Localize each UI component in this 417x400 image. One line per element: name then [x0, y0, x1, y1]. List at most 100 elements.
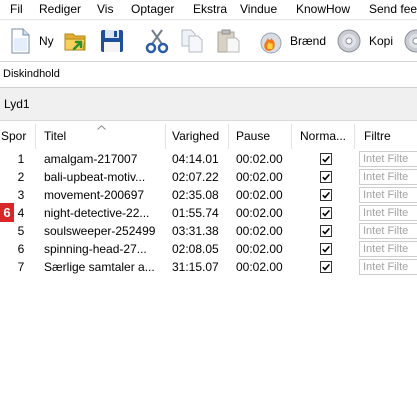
scissors-icon[interactable] [145, 28, 169, 54]
track-duration: 31:15.07 [172, 260, 219, 274]
track-title[interactable]: amalgam-217007 [36, 150, 166, 168]
normalize-checkbox[interactable] [319, 261, 332, 273]
compilation-name: Lyd1 [4, 97, 30, 111]
column-header-titel-label: Titel [44, 129, 67, 143]
normalize-cell [292, 258, 355, 276]
column-header-filtre[interactable]: Filtre [355, 124, 417, 149]
normalize-checkbox[interactable] [319, 225, 332, 237]
column-header-pause[interactable]: Pause [229, 124, 292, 149]
menu-vis[interactable]: Vis [97, 2, 113, 16]
new-button[interactable]: Ny [6, 20, 58, 61]
burn-button[interactable]: Brænd [255, 20, 333, 61]
filter-field[interactable]: Intet Filte [359, 205, 417, 221]
normalize-checkbox[interactable] [319, 243, 332, 255]
column-header-varighed[interactable]: Varighed [166, 124, 229, 149]
menu-vindue[interactable]: Vindue [240, 2, 277, 16]
copy-icon[interactable] [180, 28, 205, 54]
track-row[interactable]: 1 amalgam-217007 04:14.01 00:02.00 Intet Fil… [0, 150, 417, 168]
normalize-checkbox[interactable] [319, 171, 332, 183]
normalize-cell [292, 222, 355, 240]
menu-knowhow[interactable]: KnowHow [296, 2, 350, 16]
track-number: 6 [17, 242, 25, 256]
track-row[interactable]: 4 night-detective-22... 01:55.74 00:02.00 In… [0, 204, 417, 222]
normalize-cell [292, 168, 355, 186]
track-pause[interactable]: 00:02.00 [229, 150, 292, 168]
track-duration: 04:14.01 [172, 152, 219, 166]
new-button-label: Ny [39, 34, 54, 48]
new-document-icon [11, 28, 30, 54]
track-duration: 02:35.08 [172, 188, 219, 202]
column-header-normalize[interactable]: Norma... [292, 124, 355, 149]
filter-cell: Intet Filte [355, 258, 417, 276]
disc-icon [404, 29, 417, 53]
track-title[interactable]: Særlige samtaler a... [36, 258, 166, 276]
track-list: 1 amalgam-217007 04:14.01 00:02.00 Intet Fil… [0, 150, 417, 276]
track-row[interactable]: 6 spinning-head-27... 02:08.05 00:02.00 Inte… [0, 240, 417, 258]
track-duration: 02:07.22 [172, 170, 219, 184]
column-header-titel[interactable]: Titel [36, 124, 166, 149]
filter-field[interactable]: Intet Filte [359, 241, 417, 257]
menu-optager[interactable]: Optager [131, 2, 174, 16]
filter-field[interactable]: Intet Filte [359, 151, 417, 167]
sort-ascending-icon [97, 125, 106, 130]
track-number: 3 [17, 188, 25, 202]
filter-cell: Intet Filte [355, 186, 417, 204]
filter-field[interactable]: Intet Filte [359, 187, 417, 203]
toolbar: Ny Brænd Kopi [0, 20, 417, 62]
normalize-checkbox[interactable] [319, 207, 332, 219]
track-title[interactable]: movement-200697 [36, 186, 166, 204]
track-pause[interactable]: 00:02.00 [229, 240, 292, 258]
filter-cell: Intet Filte [355, 150, 417, 168]
checkmark-icon [321, 227, 330, 235]
copy-disc-button[interactable]: Kopi [335, 20, 401, 61]
menu-rediger[interactable]: Rediger [39, 2, 81, 16]
filter-cell: Intet Filte [355, 168, 417, 186]
save-icon[interactable] [99, 28, 125, 54]
checkmark-icon [321, 155, 330, 163]
track-title[interactable]: soulsweeper-252499 [36, 222, 166, 240]
column-header-spor[interactable]: Spor [0, 124, 36, 149]
menu-send-feedback[interactable]: Send fee [369, 2, 417, 16]
track-pause[interactable]: 00:02.00 [229, 258, 292, 276]
track-pause[interactable]: 00:02.00 [229, 204, 292, 222]
open-folder-icon[interactable] [63, 28, 89, 54]
table-header: Spor Titel Varighed Pause Norma... Filtr… [0, 124, 417, 149]
filter-cell: Intet Filte [355, 204, 417, 222]
filter-field[interactable]: Intet Filte [359, 169, 417, 185]
track-title[interactable]: spinning-head-27... [36, 240, 166, 258]
step-badge: 6 [0, 203, 14, 222]
track-title[interactable]: night-detective-22... [36, 204, 166, 222]
track-row[interactable]: 7 Særlige samtaler a... 31:15.07 00:02.00 In… [0, 258, 417, 276]
track-row[interactable]: 5 soulsweeper-252499 03:31.38 00:02.00 Intet… [0, 222, 417, 240]
track-duration: 03:31.38 [172, 224, 219, 238]
paste-icon[interactable] [215, 28, 241, 54]
checkmark-icon [321, 263, 330, 271]
track-number: 1 [17, 152, 25, 166]
track-pause[interactable]: 00:02.00 [229, 222, 292, 240]
filter-cell: Intet Filte [355, 222, 417, 240]
normalize-cell [292, 186, 355, 204]
track-pause[interactable]: 00:02.00 [229, 168, 292, 186]
menu-bar: Fil Rediger Vis Optager Ekstra Vindue Kn… [0, 0, 417, 20]
burn-disc-icon [260, 32, 282, 54]
disc-button[interactable] [404, 28, 417, 54]
track-duration: 02:08.05 [172, 242, 219, 256]
menu-ekstra[interactable]: Ekstra [193, 2, 227, 16]
track-pause[interactable]: 00:02.00 [229, 186, 292, 204]
track-number: 5 [17, 224, 25, 238]
normalize-checkbox[interactable] [319, 189, 332, 201]
normalize-cell [292, 204, 355, 222]
menu-fil[interactable]: Fil [10, 2, 23, 16]
filter-field[interactable]: Intet Filte [359, 259, 417, 275]
checkmark-icon [321, 191, 330, 199]
compilation-tab[interactable]: Lyd1 [0, 88, 417, 121]
track-title[interactable]: bali-upbeat-motiv... [36, 168, 166, 186]
checkmark-icon [321, 173, 330, 181]
normalize-checkbox[interactable] [319, 153, 332, 165]
track-number: 7 [17, 260, 25, 274]
filter-field[interactable]: Intet Filte [359, 223, 417, 239]
track-row[interactable]: 3 movement-200697 02:35.08 00:02.00 Intet Fi… [0, 186, 417, 204]
checkmark-icon [321, 209, 330, 217]
track-row[interactable]: 2 bali-upbeat-motiv... 02:07.22 00:02.00 Int… [0, 168, 417, 186]
track-duration: 01:55.74 [172, 206, 219, 220]
